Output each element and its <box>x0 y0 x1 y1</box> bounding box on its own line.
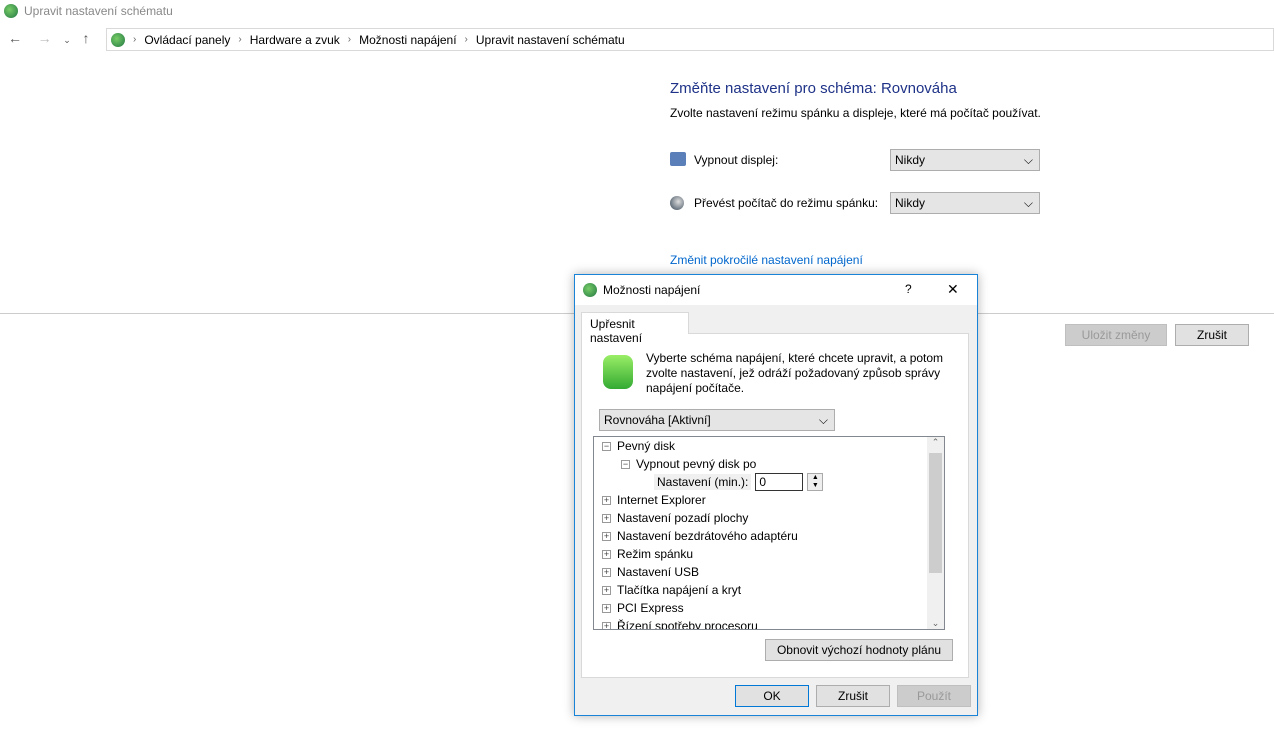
advanced-settings-link[interactable]: Změnit pokročilé nastavení napájení <box>670 253 863 267</box>
breadcrumb-item[interactable]: Hardware a zvuk <box>250 33 340 47</box>
control-panel-icon <box>111 32 125 47</box>
breadcrumb-item[interactable]: Upravit nastavení schématu <box>476 33 625 47</box>
expand-icon[interactable]: + <box>602 585 611 595</box>
display-icon <box>670 152 686 166</box>
page-subtitle: Zvolte nastavení režimu spánku a displej… <box>670 106 1041 120</box>
sleep-select[interactable]: Nikdy ⌵ <box>890 192 1040 214</box>
collapse-icon[interactable]: − <box>621 459 630 469</box>
chevron-down-icon: ⌵ <box>1023 195 1033 210</box>
collapse-icon[interactable]: − <box>602 441 611 451</box>
forward-button[interactable]: → <box>38 30 52 46</box>
tree-label: Tlačítka napájení a kryt <box>617 583 742 597</box>
scheme-value: Rovnováha [Aktivní] <box>604 413 711 427</box>
page-title: Změňte nastavení pro schéma: Rovnováha <box>670 80 957 97</box>
expand-icon[interactable]: + <box>602 513 611 523</box>
window-title: Upravit nastavení schématu <box>24 4 173 18</box>
help-button[interactable]: ? <box>905 282 912 296</box>
sleep-icon <box>670 196 684 210</box>
tree-label: Nastavení bezdrátového adaptéru <box>617 529 798 543</box>
breadcrumb-item[interactable]: Možnosti napájení <box>359 33 456 47</box>
recent-dropdown[interactable]: ⌄ <box>63 35 71 45</box>
expand-icon[interactable]: + <box>602 495 611 505</box>
power-options-dialog: Možnosti napájení ? ✕ Upřesnit nastavení… <box>574 274 978 716</box>
tree-label: Řízení spotřeby procesoru <box>617 619 758 630</box>
scroll-up-icon[interactable]: ⌃ <box>927 437 944 453</box>
chevron-down-icon: ⌵ <box>1023 152 1033 167</box>
cancel-button[interactable]: Zrušit <box>1175 324 1249 346</box>
breadcrumb-item[interactable]: Ovládací panely <box>144 33 230 47</box>
expand-icon[interactable]: + <box>602 603 611 613</box>
app-icon <box>4 4 18 21</box>
tree-scrollbar[interactable]: ⌃ ⌄ <box>927 437 944 629</box>
save-button[interactable]: Uložit změny <box>1065 324 1167 346</box>
tree-label: Nastavení pozadí plochy <box>617 511 749 525</box>
sleep-value: Nikdy <box>895 196 926 210</box>
expand-icon[interactable]: + <box>602 549 611 559</box>
tree-item-disk[interactable]: − Pevný disk <box>602 437 675 455</box>
spinner-buttons[interactable]: ▲ ▼ <box>807 473 824 491</box>
tree-label: Internet Explorer <box>617 493 706 507</box>
tree-item[interactable]: + Tlačítka napájení a kryt <box>602 581 741 599</box>
tree-item[interactable]: + Nastavení USB <box>602 563 699 581</box>
expand-icon[interactable]: + <box>602 621 611 629</box>
scroll-thumb[interactable] <box>929 453 942 573</box>
tree-item[interactable]: + Internet Explorer <box>602 491 706 509</box>
scheme-select[interactable]: Rovnováha [Aktivní] ⌵ <box>599 409 835 431</box>
dialog-description: Vyberte schéma napájení, které chcete up… <box>646 351 944 395</box>
dialog-titlebar: Možnosti napájení ? ✕ <box>575 275 977 305</box>
expand-icon[interactable]: + <box>602 567 611 577</box>
tree-label: Režim spánku <box>617 547 694 561</box>
tab-advanced-settings[interactable]: Upřesnit nastavení <box>581 312 689 345</box>
ok-button[interactable]: OK <box>735 685 809 707</box>
tree-item-disk-off[interactable]: − Vypnout pevný disk po <box>621 455 756 473</box>
tree-label: Nastavení USB <box>617 565 700 579</box>
scroll-down-icon[interactable]: ⌄ <box>927 618 944 629</box>
tree-label: PCI Express <box>617 601 684 615</box>
display-value: Nikdy <box>895 153 926 167</box>
tree-item[interactable]: + PCI Express <box>602 599 684 617</box>
tree-item[interactable]: + Režim spánku <box>602 545 693 563</box>
setting-label: Nastavení (min.): <box>654 474 752 490</box>
tree-item[interactable]: + Nastavení pozadí plochy <box>602 509 748 527</box>
address-bar[interactable]: › Ovládací panely › Hardware a zvuk › Možno… <box>106 28 1274 51</box>
display-label: Vypnout displej: <box>694 153 779 167</box>
settings-tree[interactable]: − Pevný disk − Vypnout pevný disk po Nasta… <box>593 436 945 630</box>
dialog-title: Možnosti napájení <box>603 283 701 297</box>
expand-icon[interactable]: + <box>602 531 611 541</box>
restore-defaults-button[interactable]: Obnovit výchozí hodnoty plánu <box>765 639 953 661</box>
up-button[interactable]: ↑ <box>82 30 89 46</box>
display-select[interactable]: Nikdy ⌵ <box>890 149 1040 171</box>
back-button[interactable]: ← <box>8 30 22 46</box>
power-icon <box>583 283 597 297</box>
tree-label: Pevný disk <box>617 439 676 453</box>
sleep-label: Převést počítač do režimu spánku: <box>694 196 879 210</box>
battery-icon <box>603 355 633 389</box>
close-button[interactable]: ✕ <box>947 281 959 298</box>
minutes-input[interactable]: 0 <box>755 473 804 491</box>
apply-button[interactable]: Použít <box>897 685 971 707</box>
disk-setting-row: Nastavení (min.): 0 ▲ ▼ <box>654 473 824 491</box>
dialog-cancel-button[interactable]: Zrušit <box>816 685 890 707</box>
tree-label: Vypnout pevný disk po <box>636 457 757 471</box>
nav-buttons: ← → ⌄ ↑ <box>8 30 89 46</box>
chevron-down-icon: ⌵ <box>818 412 828 427</box>
tree-item[interactable]: + Nastavení bezdrátového adaptéru <box>602 527 798 545</box>
tree-item[interactable]: + Řízení spotřeby procesoru <box>602 617 758 630</box>
